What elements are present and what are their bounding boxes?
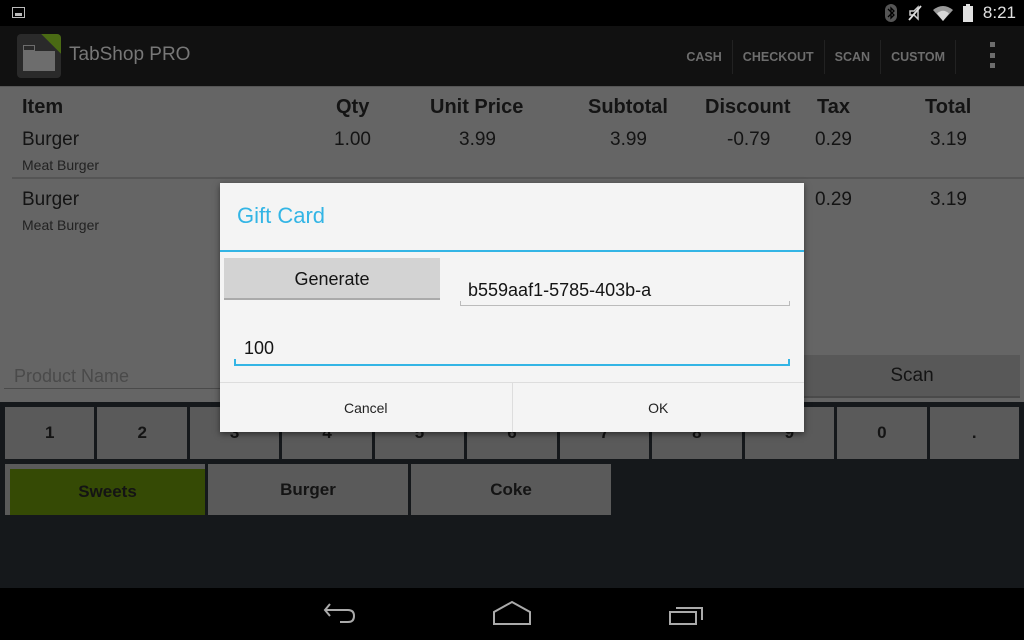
key-2[interactable]: 2 xyxy=(97,407,187,459)
notification-image-icon xyxy=(12,7,25,18)
scan-action[interactable]: SCAN xyxy=(825,40,882,74)
category-burger[interactable]: Burger xyxy=(208,464,408,515)
back-icon[interactable] xyxy=(322,600,358,628)
mute-icon xyxy=(908,5,922,21)
generate-button[interactable]: Generate xyxy=(224,258,440,300)
header-item: Item xyxy=(22,96,64,118)
action-buttons: CASH CHECKOUT SCAN CUSTOM xyxy=(676,40,956,74)
row-qty: 1.00 xyxy=(334,129,371,150)
status-icons: 8:21 xyxy=(884,0,1016,26)
wifi-icon xyxy=(932,6,953,21)
row-item: Burger xyxy=(22,189,80,210)
category-coke[interactable]: Coke xyxy=(411,464,611,515)
recents-icon[interactable] xyxy=(668,600,704,628)
clock: 8:21 xyxy=(982,3,1016,22)
gift-card-dialog: Gift Card Generate b559aaf1-5785-403b-a … xyxy=(220,183,804,432)
category-sweets[interactable]: Sweets xyxy=(5,464,205,515)
custom-action[interactable]: CUSTOM xyxy=(881,40,956,74)
row-discount: -0.79 xyxy=(727,129,771,150)
ok-button[interactable]: OK xyxy=(511,383,805,432)
row-tax: 0.29 xyxy=(815,189,852,210)
header-tax: Tax xyxy=(817,96,850,118)
row-description: Meat Burger xyxy=(22,157,100,173)
row-total: 3.19 xyxy=(930,189,967,210)
row-unit-price: 3.99 xyxy=(459,129,496,150)
gift-card-amount-field[interactable]: 100 xyxy=(234,333,790,366)
key-1[interactable]: 1 xyxy=(5,407,95,459)
key-decimal[interactable]: . xyxy=(929,407,1019,459)
row-item: Burger xyxy=(22,129,80,150)
header-discount: Discount xyxy=(705,96,791,118)
scan-button[interactable]: Scan xyxy=(804,355,1020,398)
category-buttons: Sweets Burger Coke xyxy=(5,464,611,515)
cancel-button[interactable]: Cancel xyxy=(220,383,512,432)
action-bar: TabShop PRO CASH CHECKOUT SCAN CUSTOM xyxy=(0,26,1024,87)
row-subtotal: 3.99 xyxy=(610,129,647,150)
overflow-menu-icon[interactable] xyxy=(988,42,996,68)
status-bar: 8:21 xyxy=(0,0,1024,26)
header-total: Total xyxy=(925,96,972,118)
cash-action[interactable]: CASH xyxy=(676,40,733,74)
row-divider xyxy=(12,177,1024,179)
gift-card-code-field[interactable]: b559aaf1-5785-403b-a xyxy=(460,275,790,306)
header-unit-price: Unit Price xyxy=(430,96,524,118)
header-subtotal: Subtotal xyxy=(588,96,668,118)
row-tax: 0.29 xyxy=(815,129,852,150)
dialog-title: Gift Card xyxy=(237,203,326,228)
home-icon[interactable] xyxy=(492,600,532,628)
navigation-bar xyxy=(0,588,1024,640)
battery-icon xyxy=(962,4,973,22)
app-title: TabShop PRO xyxy=(69,44,191,65)
dialog-buttons: Cancel OK xyxy=(220,382,804,432)
checkout-action[interactable]: CHECKOUT xyxy=(733,40,825,74)
row-description: Meat Burger xyxy=(22,217,100,233)
header-qty: Qty xyxy=(336,96,370,118)
key-0[interactable]: 0 xyxy=(837,407,927,459)
title-divider xyxy=(220,250,804,252)
bluetooth-icon xyxy=(884,4,897,22)
row-total: 3.19 xyxy=(930,129,967,150)
cash-register-pro-icon[interactable] xyxy=(17,34,61,78)
